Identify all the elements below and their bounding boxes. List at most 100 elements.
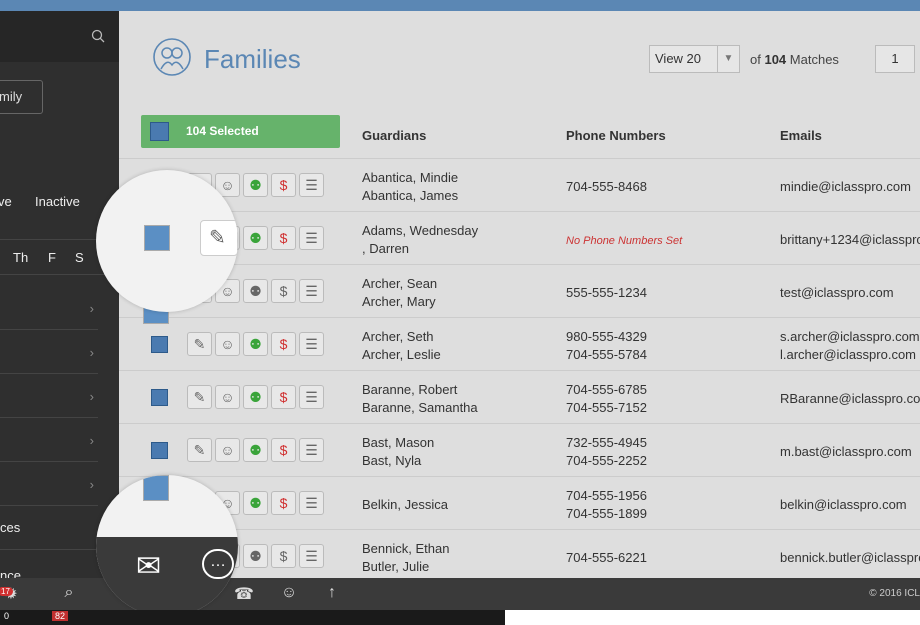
dollar-icon[interactable]: $ (271, 226, 296, 250)
monkey-icon[interactable]: ☺ (278, 584, 300, 606)
sidebar-nav-item[interactable]: nce (0, 551, 98, 578)
select-all-checkbox[interactable] (150, 122, 169, 141)
row-checkbox[interactable] (151, 336, 168, 353)
list-icon[interactable]: ☰ (299, 438, 324, 462)
phone-numbers: 732-555-4945 704-555-2252 (566, 435, 647, 468)
sidebar-nav-item[interactable]: › (0, 286, 98, 330)
chevron-right-icon: › (89, 389, 94, 404)
guardian-names[interactable]: Bennick, Ethan Butler, Julie (362, 540, 449, 576)
guardian-names[interactable]: Abantica, Mindie Abantica, James (362, 169, 458, 205)
filter-inactive[interactable]: Inactive (35, 194, 80, 209)
emails[interactable]: m.bast@iclasspro.com (780, 443, 912, 461)
table-row[interactable]: ✎☺⚉$☰Belkin, Jessica704-555-1956704-555-… (119, 477, 920, 530)
list-icon[interactable]: ☰ (299, 226, 324, 250)
column-emails[interactable]: Emails (780, 128, 822, 143)
table-row[interactable]: ✎ ☺ ⚉ $ ☰ Archer, Seth Archer, Leslie 980-555-4… (119, 318, 920, 371)
family-icon[interactable]: ⚉ (243, 226, 268, 250)
emails[interactable]: test@iclasspro.com (780, 284, 894, 302)
family-icon[interactable]: ⚉ (243, 491, 268, 515)
dollar-icon[interactable]: $ (271, 385, 296, 409)
sidebar-nav-item[interactable]: › (0, 330, 98, 374)
dollar-icon[interactable]: $ (271, 491, 296, 515)
sidebar-nav-item[interactable]: ces (0, 506, 98, 550)
row-checkbox[interactable] (143, 475, 169, 501)
table-row[interactable]: ✎☺⚉$☰Adams, Wednesday, DarrenNo Phone Nu… (119, 212, 920, 265)
person-icon[interactable]: ☺ (215, 385, 240, 409)
phone-numbers: 555-555-1234 (566, 285, 647, 300)
dollar-icon[interactable]: $ (271, 279, 296, 303)
emails[interactable]: mindie@iclasspro.com (780, 178, 911, 196)
view-count-select[interactable]: View 20 ▼ (649, 45, 740, 73)
row-checkbox[interactable] (151, 442, 168, 459)
day-saturday[interactable]: S (75, 250, 84, 265)
chevron-right-icon: › (89, 433, 94, 448)
dollar-icon[interactable]: $ (271, 438, 296, 462)
row-checkbox[interactable] (144, 225, 170, 251)
chat-icon[interactable]: … (202, 549, 234, 579)
row-checkbox[interactable] (151, 389, 168, 406)
upload-icon[interactable]: ↑ (321, 584, 343, 606)
person-icon[interactable]: ☺ (215, 438, 240, 462)
emails[interactable]: bennick.butler@iclasspro (780, 549, 920, 567)
emails[interactable]: belkin@iclasspro.com (780, 496, 907, 514)
sidebar-search[interactable] (0, 11, 119, 62)
list-icon[interactable]: ☰ (299, 385, 324, 409)
list-icon[interactable]: ☰ (299, 332, 324, 356)
notifications-icon[interactable]: ✹17 (0, 584, 22, 606)
sidebar-nav-item[interactable]: › (0, 418, 98, 462)
edit-pencil-icon[interactable]: ✎ (187, 332, 212, 356)
table-row[interactable]: ✎☺⚉$☰Archer, SeanArcher, Mary555-555-123… (119, 265, 920, 318)
row-actions: ✎☺⚉$☰ (187, 438, 327, 462)
sidebar-nav-item[interactable]: › (0, 462, 98, 506)
top-bar (0, 0, 920, 11)
table-row[interactable]: ✎☺⚉$☰Abantica, MindieAbantica, James704-… (119, 159, 920, 212)
list-icon[interactable]: ☰ (299, 544, 324, 568)
dollar-icon[interactable]: $ (271, 173, 296, 197)
matches-count: of 104 Matches (750, 52, 839, 67)
search-icon[interactable] (91, 29, 105, 43)
guardian-names[interactable]: Adams, Wednesday, Darren (362, 222, 478, 258)
family-icon[interactable]: ⚉ (243, 544, 268, 568)
guardian-names[interactable]: Bast, Mason Bast, Nyla (362, 434, 434, 470)
page-number-input[interactable]: 1 (875, 45, 915, 73)
pencil-icon[interactable]: ✎ (200, 220, 238, 256)
edit-pencil-icon[interactable]: ✎ (187, 385, 212, 409)
guardian-names[interactable]: Belkin, Jessica (362, 496, 448, 514)
table-row[interactable]: ✎ ☺ ⚉ $ ☰ Baranne, Robert Baranne, Samantha 704… (119, 371, 920, 424)
zoom-lens-edit: ✎ (96, 170, 238, 312)
select-all-button[interactable]: 104 Selected (141, 115, 340, 148)
guardian-names[interactable]: Baranne, Robert Baranne, Samantha (362, 381, 478, 417)
edit-pencil-icon[interactable]: ✎ (187, 438, 212, 462)
day-friday[interactable]: F (48, 250, 56, 265)
column-phone-numbers[interactable]: Phone Numbers (566, 128, 666, 143)
search-chat-icon[interactable]: ⌕ (58, 584, 80, 606)
phone-numbers: 980-555-4329 704-555-5784 (566, 329, 647, 362)
page-title: Families (204, 44, 301, 74)
phone-numbers: 704-555-1956 704-555-1899 (566, 488, 647, 521)
guardian-names[interactable]: Archer, Seth Archer, Leslie (362, 328, 441, 364)
emails[interactable]: brittany+1234@iclasspro. (780, 231, 920, 249)
family-icon[interactable]: ⚉ (243, 173, 268, 197)
emails[interactable]: RBaranne@iclasspro.com (780, 390, 920, 408)
sidebar-nav-item[interactable]: › (0, 374, 98, 418)
list-icon[interactable]: ☰ (299, 279, 324, 303)
column-guardians[interactable]: Guardians (362, 128, 426, 143)
family-icon[interactable]: ⚉ (243, 332, 268, 356)
table-row[interactable]: ✎ ☺ ⚉ $ ☰ Bast, Mason Bast, Nyla 732-555-4945 70… (119, 424, 920, 477)
day-thursday[interactable]: Th (13, 250, 28, 265)
list-icon[interactable]: ☰ (299, 173, 324, 197)
person-icon[interactable]: ☺ (215, 332, 240, 356)
dollar-icon[interactable]: $ (271, 332, 296, 356)
emails[interactable]: s.archer@iclasspro.com l.archer@iclasspro… (780, 328, 920, 364)
mail-icon[interactable]: ✉ (136, 549, 161, 584)
dollar-icon[interactable]: $ (271, 544, 296, 568)
family-icon[interactable]: ⚉ (243, 438, 268, 462)
table-row[interactable]: ✎☺⚉$☰Bennick, EthanButler, Julie704-555-… (119, 530, 920, 578)
list-icon[interactable]: ☰ (299, 491, 324, 515)
filter-active[interactable]: ve (0, 194, 12, 209)
family-icon[interactable]: ⚉ (243, 385, 268, 409)
guardian-names[interactable]: Archer, Sean Archer, Mary (362, 275, 437, 311)
family-icon[interactable]: ⚉ (243, 279, 268, 303)
add-family-button[interactable]: mily (0, 80, 43, 114)
phone-numbers: 704-555-6221 (566, 550, 647, 565)
